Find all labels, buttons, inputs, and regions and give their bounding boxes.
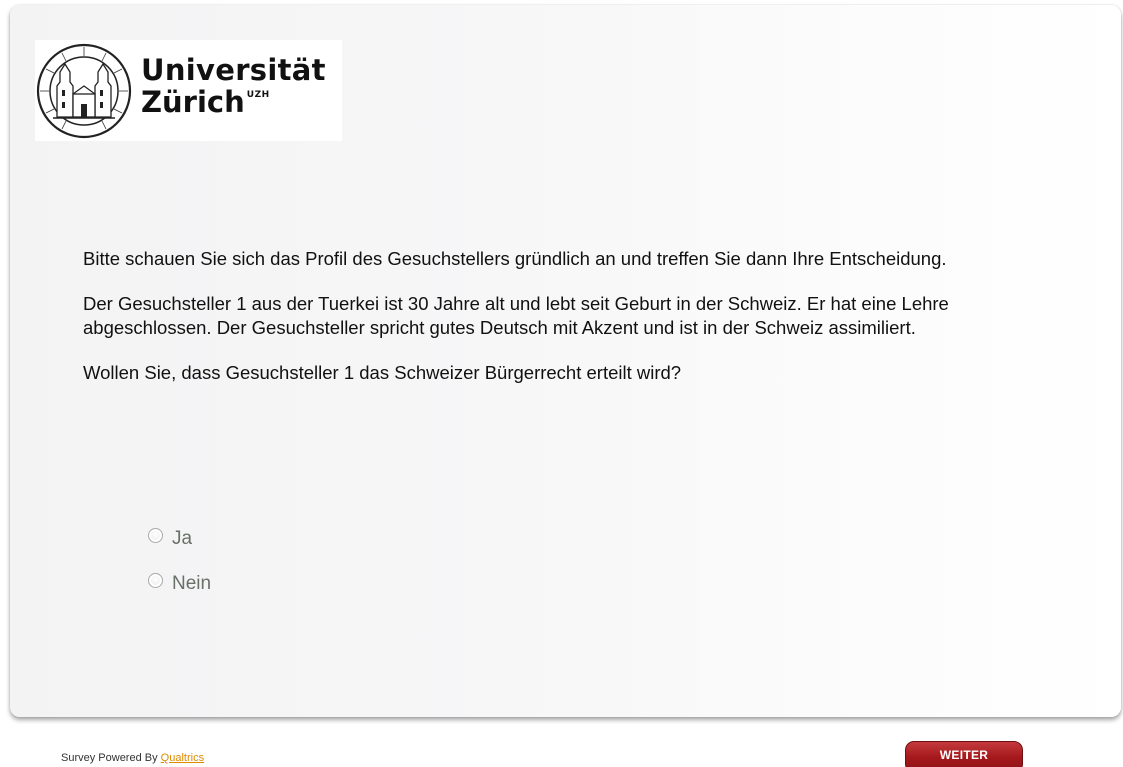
- university-city: Zürich: [141, 85, 245, 119]
- radio-button-ja[interactable]: [148, 528, 163, 543]
- university-name-line2: Zürich UZH: [141, 88, 326, 117]
- choice-label-ja[interactable]: Ja: [172, 528, 192, 550]
- answer-choices: Ja Nein: [148, 525, 211, 615]
- survey-card: Universität Zürich UZH Bitte schauen Sie …: [10, 5, 1121, 717]
- choice-ja[interactable]: Ja: [148, 525, 211, 552]
- university-name: Universität Zürich UZH: [141, 56, 326, 117]
- powered-by-text: Survey Powered By: [61, 752, 158, 764]
- qualtrics-link[interactable]: Qualtrics: [161, 752, 204, 764]
- university-abbreviation: UZH: [246, 90, 270, 100]
- question-intro: Bitte schauen Sie sich das Profil des Ge…: [83, 248, 947, 269]
- powered-by-footer: Survey Powered By Qualtrics: [61, 752, 204, 764]
- applicant-profile: Der Gesuchsteller 1 aus der Tuerkei ist …: [83, 293, 949, 338]
- next-button[interactable]: WEITER: [905, 741, 1023, 767]
- question-prompt: Wollen Sie, dass Gesuchsteller 1 das Sch…: [83, 362, 682, 383]
- survey-page: Universität Zürich UZH Bitte schauen Sie …: [0, 0, 1123, 767]
- university-name-line1: Universität: [141, 53, 326, 87]
- choice-label-nein[interactable]: Nein: [172, 573, 211, 595]
- radio-button-nein[interactable]: [148, 573, 163, 588]
- question-text: Bitte schauen Sie sich das Profil des Ge…: [83, 247, 1043, 406]
- university-logo: Universität Zürich UZH: [35, 40, 342, 141]
- university-seal-icon: [36, 43, 132, 139]
- choice-nein[interactable]: Nein: [148, 570, 211, 597]
